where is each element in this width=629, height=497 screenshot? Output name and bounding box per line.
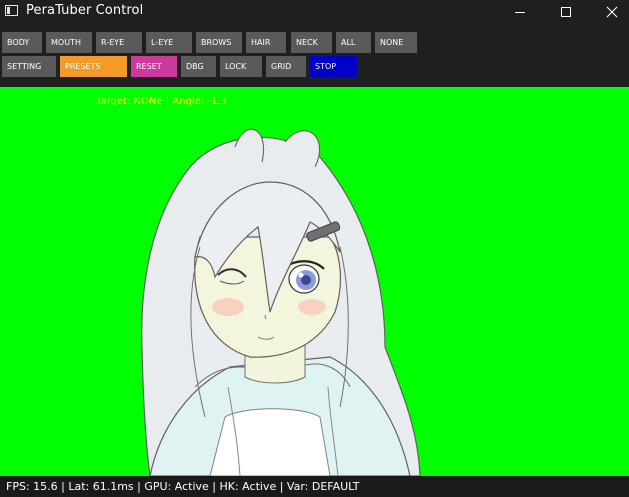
left-eye-button[interactable]: L-EYE [146,32,192,53]
mouth-button[interactable]: MOUTH [46,32,92,53]
reset-button[interactable]: RESET [131,56,177,77]
lock-button[interactable]: LOCK [220,56,262,77]
close-button[interactable] [589,0,629,23]
debug-button[interactable]: DBG [181,56,216,77]
title-bar: PeraTuber Control [0,0,629,23]
avatar-character [141,128,421,476]
maximize-icon [561,6,571,17]
app-window-icon [5,5,18,16]
minimize-button[interactable] [497,0,543,23]
close-icon [606,6,618,17]
neck-button[interactable]: NECK [291,32,332,53]
presets-button[interactable]: PRESETS [60,56,127,77]
target-angle-readout: Target: NONE | Angle: -1.3 [96,96,227,107]
maximize-button[interactable] [543,0,589,23]
stop-button[interactable]: STOP [310,56,357,77]
toolbar: BODY MOUTH R-EYE L-EYE BROWS HAIR NECK A… [0,23,629,87]
body-button[interactable]: BODY [2,32,42,53]
right-eye-button[interactable]: R-EYE [96,32,142,53]
status-bar: FPS: 15.6 | Lat: 61.1ms | GPU: Active | … [0,476,629,497]
setting-button[interactable]: SETTING [2,56,56,77]
avatar-canvas[interactable]: Target: NONE | Angle: -1.3 [0,87,629,476]
brows-button[interactable]: BROWS [196,32,242,53]
hair-button[interactable]: HAIR [246,32,286,53]
all-button[interactable]: ALL [336,32,371,53]
none-button[interactable]: NONE [375,32,417,53]
grid-button[interactable]: GRID [266,56,306,77]
window-title: PeraTuber Control [26,3,144,18]
minimize-icon [515,11,525,13]
